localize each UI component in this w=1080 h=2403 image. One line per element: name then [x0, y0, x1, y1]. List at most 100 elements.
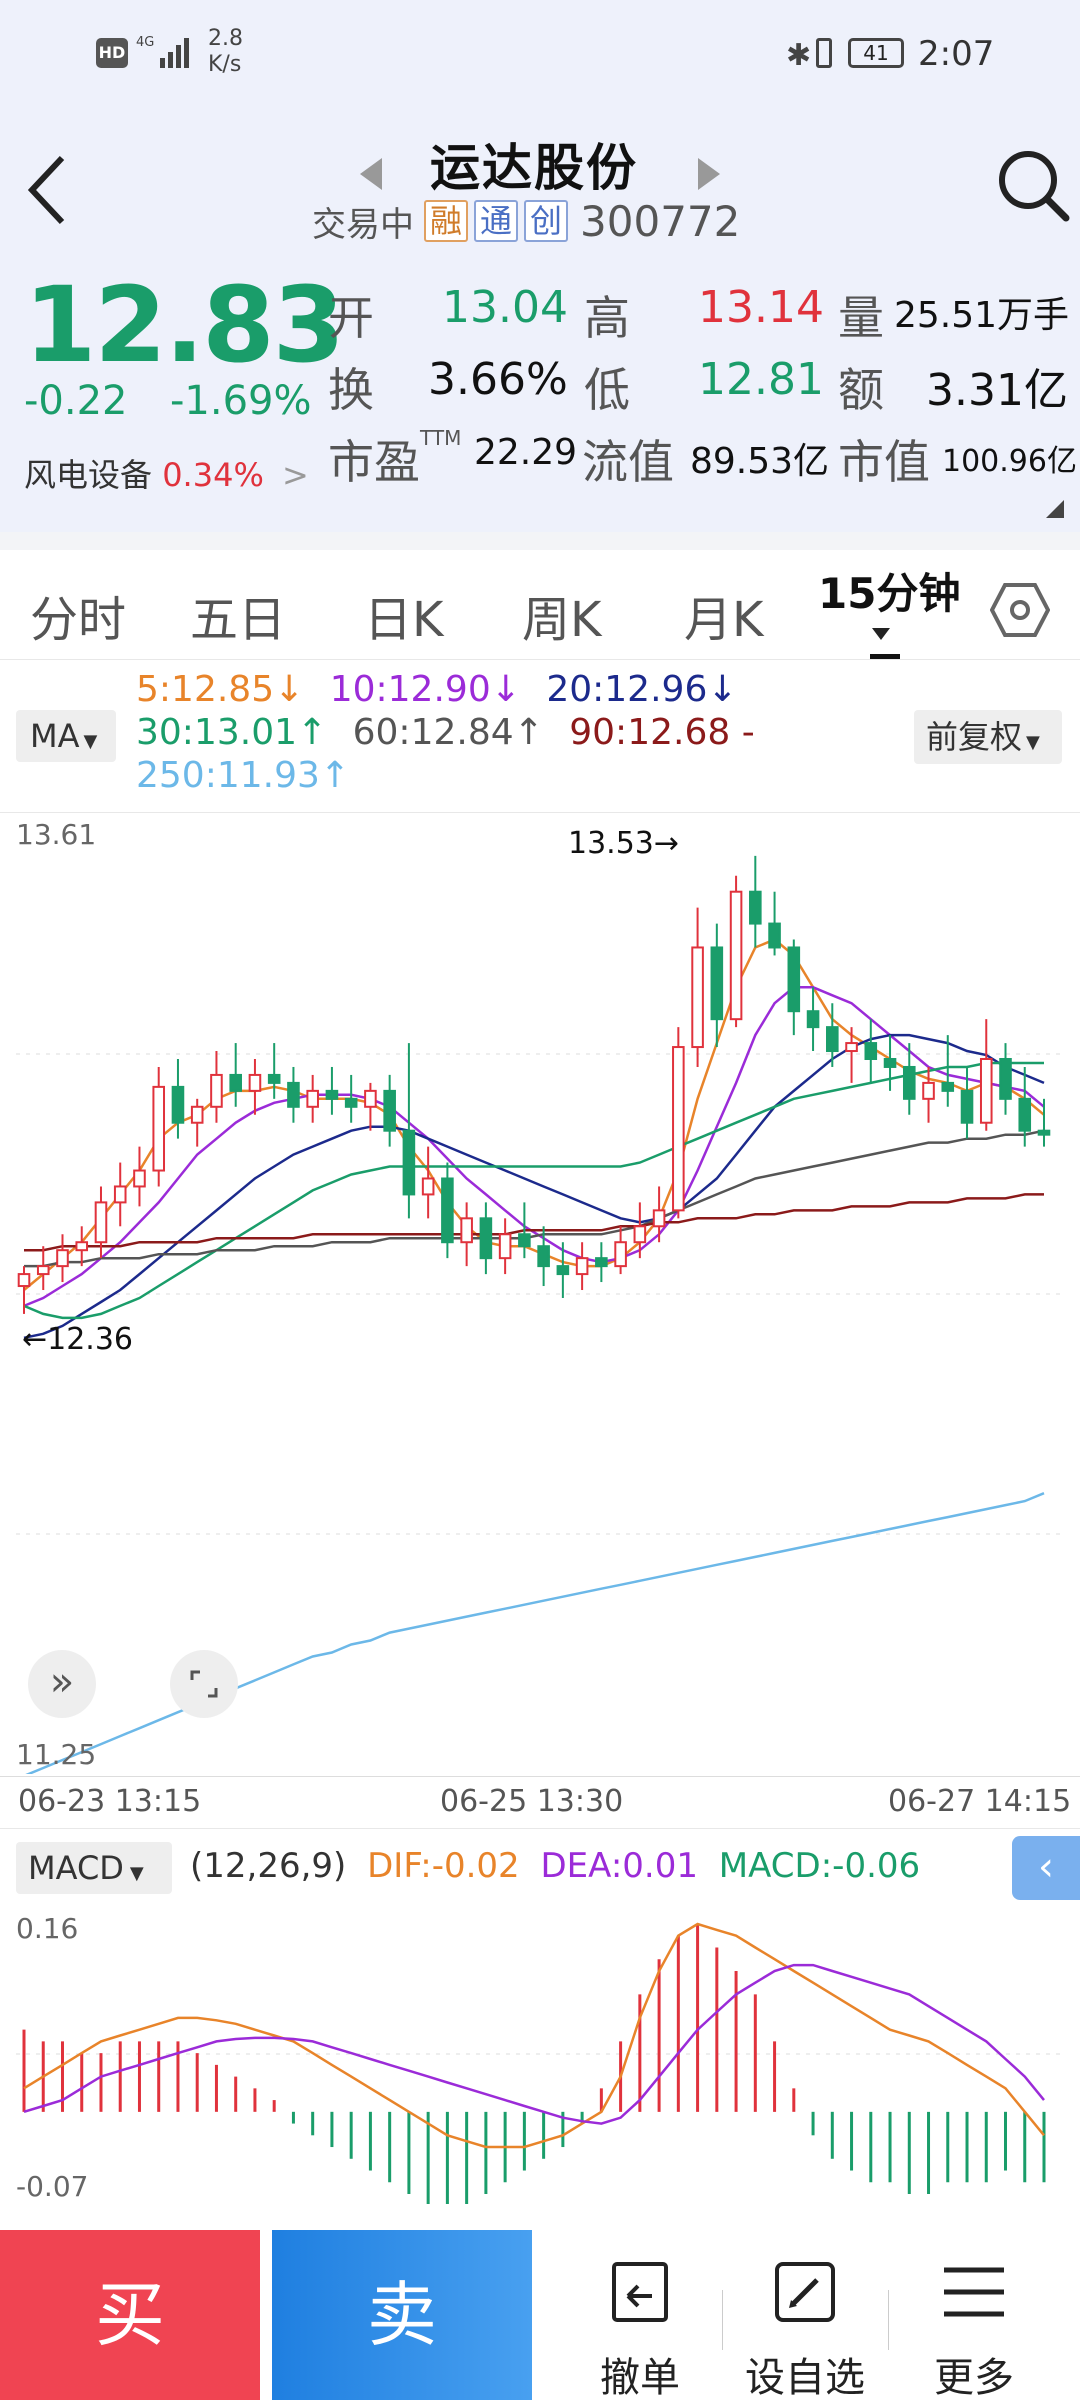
candle-up [75, 1241, 89, 1252]
candle-down [864, 1042, 878, 1060]
macd-y-bottom: -0.07 [16, 2170, 89, 2203]
tab-weekly-k[interactable]: 周K [522, 580, 601, 650]
x-label-start: 06-23 13:15 [18, 1784, 202, 1819]
macd-chart[interactable] [0, 1904, 1080, 2204]
high-label: 高 [584, 291, 630, 345]
candle-up [190, 1105, 204, 1124]
candle-down [537, 1245, 550, 1268]
edit-icon [773, 2260, 837, 2324]
x-label-end: 06-27 14:15 [888, 1784, 1072, 1819]
candle-up [152, 1085, 166, 1172]
candle-down [171, 1085, 185, 1124]
high-value: 13.14 [698, 282, 824, 333]
bottom-action-bar: 买 卖 撤单 设自选 更多 [0, 2230, 1080, 2401]
volume-value: 25.51万手 [894, 295, 1070, 336]
x-label-mid: 06-25 13:30 [440, 1784, 624, 1819]
trading-state: 交易中 [312, 204, 414, 245]
tab-five-day[interactable]: 五日 [190, 580, 286, 650]
chevron-down-icon: ▼ [1026, 732, 1040, 753]
candle-up [460, 1217, 473, 1244]
candle-down [518, 1233, 531, 1248]
open-value: 13.04 [442, 282, 568, 333]
macd-selector[interactable]: MACD ▼ [16, 1842, 172, 1894]
ma-selector[interactable]: MA ▼ [16, 710, 116, 762]
candle-up [498, 1233, 512, 1260]
connect-chip: 通 [474, 200, 519, 242]
candle-up [17, 1273, 31, 1288]
candle-down [826, 1026, 839, 1053]
buy-button[interactable]: 买 [0, 2230, 260, 2400]
candle-up [36, 1265, 50, 1276]
candle-up [56, 1249, 69, 1268]
macd-divider [0, 1828, 1080, 1829]
back-icon[interactable] [22, 150, 72, 230]
price-change: -0.22 [24, 378, 128, 424]
candle-up [210, 1073, 223, 1108]
fullscreen-button[interactable] [170, 1650, 238, 1718]
quote-panel: 12.83 -0.22 -1.69% 风电设备 0.34% > 开 13.04 … [0, 260, 1080, 532]
tab-intraday[interactable]: 分时 [30, 580, 126, 650]
ma-legend: 5:12.85↓ 10:12.90↓ 20:12.96↓ 30:13.01↑ 6… [136, 668, 776, 797]
chinext-chip: 创 [524, 200, 569, 242]
price-change-pct: -1.69% [170, 378, 312, 424]
amount-label: 额 [838, 363, 884, 417]
chevron-down-icon: ▼ [129, 1863, 144, 1884]
macd-params: (12,26,9) [190, 1846, 347, 1886]
expand-left-button[interactable]: » [28, 1650, 96, 1718]
candle-down [325, 1089, 339, 1100]
more-button[interactable]: 更多 [894, 2230, 1054, 2401]
candle-down [287, 1081, 300, 1108]
candle-up [845, 1042, 858, 1053]
margin-chip: 融 [424, 200, 469, 242]
candle-down [479, 1217, 493, 1260]
current-price: 12.83 [24, 264, 345, 386]
candle-down [383, 1089, 396, 1132]
candle-up [575, 1257, 589, 1276]
high-marker: 13.53→ [568, 826, 680, 861]
next-stock-icon[interactable] [698, 158, 720, 190]
float-cap-value: 89.53亿 [690, 441, 830, 482]
expand-corner-icon[interactable] [1046, 500, 1064, 518]
ma250-line [25, 1492, 1045, 1774]
hexagon-settings-icon[interactable] [989, 580, 1051, 640]
tab-monthly-k[interactable]: 月K [684, 580, 763, 650]
candle-up [652, 1209, 666, 1228]
candle-down [941, 1081, 955, 1092]
prev-stock-icon[interactable] [360, 158, 382, 190]
candle-up [94, 1201, 108, 1244]
stock-name: 运达股份 [430, 139, 638, 197]
candle-down [787, 946, 801, 1013]
adjust-selector[interactable]: 前复权 ▼ [914, 710, 1062, 764]
candle-down [441, 1177, 454, 1244]
chevron-down-icon: ▼ [83, 731, 98, 752]
y-axis-bottom: 11.25 [16, 1738, 97, 1771]
tab-15min[interactable]: 15分钟 [818, 560, 960, 621]
kline-chart[interactable] [0, 814, 1080, 1774]
candle-down [999, 1058, 1012, 1100]
search-icon[interactable] [994, 146, 1074, 226]
candle-down [267, 1073, 281, 1084]
add-watchlist-button[interactable]: 设自选 [725, 2230, 885, 2401]
ma60-value: 60:12.84↑ [352, 712, 544, 753]
ma30-value: 30:13.01↑ [136, 712, 328, 753]
candle-down [902, 1065, 916, 1100]
stock-header: 运达股份 交易中 融 通 创 300772 [0, 110, 1080, 260]
candle-up [979, 1058, 993, 1124]
trading-status-row: 交易中 融 通 创 300772 [312, 196, 740, 246]
undo-doc-icon [608, 2260, 672, 2324]
low-label: 低 [584, 363, 630, 417]
sector-link[interactable]: 风电设备 0.34% > [24, 450, 309, 496]
sell-button[interactable]: 卖 [272, 2230, 532, 2400]
nav-divider [722, 2290, 723, 2350]
collapse-panel-button[interactable]: ‹ [1012, 1836, 1080, 1900]
candle-up [306, 1089, 319, 1108]
candle-up [729, 890, 743, 1021]
candle-down [710, 946, 724, 1021]
tab-daily-k[interactable]: 日K [364, 580, 443, 650]
candle-down [344, 1097, 358, 1108]
candle-down [806, 1010, 820, 1029]
volume-label: 量 [838, 291, 884, 345]
cancel-order-button[interactable]: 撤单 [560, 2230, 720, 2401]
tab-dropdown-icon[interactable] [872, 628, 890, 640]
mkt-cap-label: 市值 [838, 435, 930, 489]
